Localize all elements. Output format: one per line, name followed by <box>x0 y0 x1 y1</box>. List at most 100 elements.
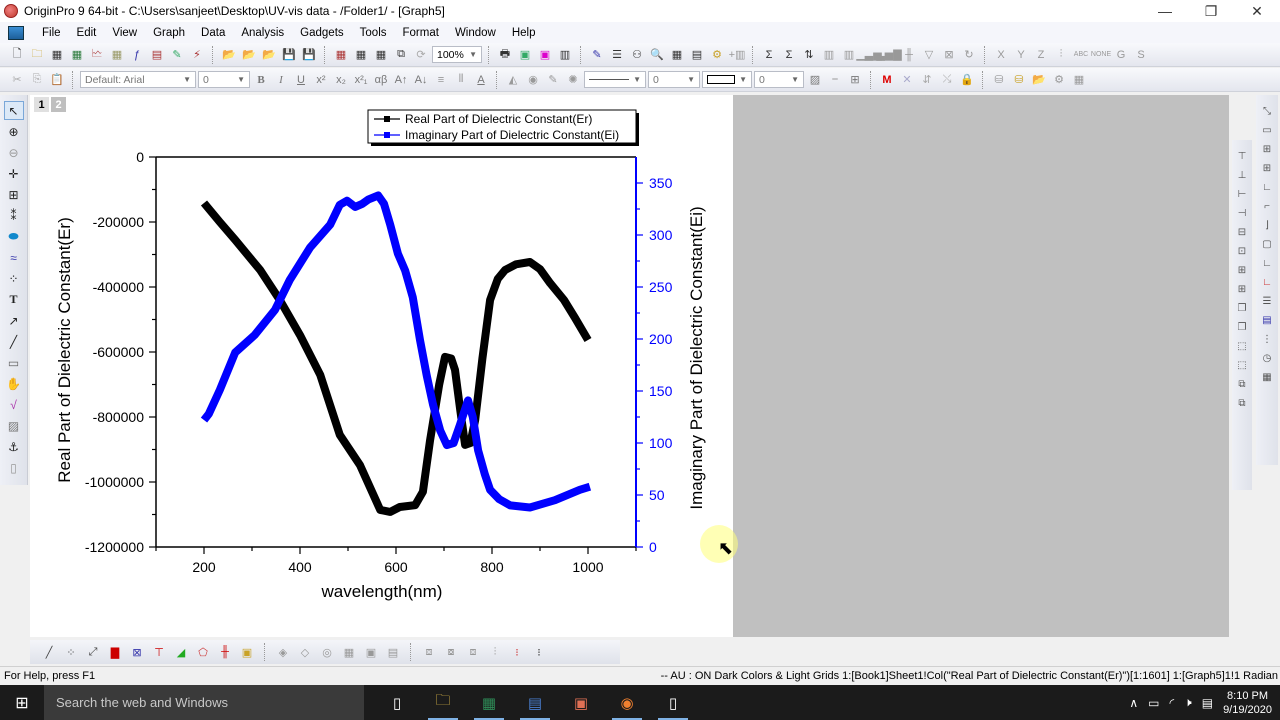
tangent-icon[interactable]: ⤯ <box>938 71 956 89</box>
menu-graph[interactable]: Graph <box>145 27 193 39</box>
area-chart-icon[interactable]: ◢ <box>172 643 190 661</box>
battery-icon[interactable]: ▭ <box>1148 696 1159 710</box>
align-hcenter-icon[interactable]: ⊟ <box>1234 224 1250 240</box>
border-style-combo[interactable]: ▼ <box>702 71 752 88</box>
graph-window[interactable] <box>30 95 733 637</box>
file-explorer-icon[interactable]: 🗀 <box>420 685 466 720</box>
font-color-icon[interactable]: A <box>472 71 490 89</box>
sheet-icon[interactable]: ▦ <box>1070 71 1088 89</box>
clear-filter-icon[interactable]: ⊠ <box>940 46 958 64</box>
new-layer-icon[interactable]: ⁝ <box>508 643 526 661</box>
all-axes-icon[interactable]: ▢ <box>1259 236 1275 252</box>
pie-chart-icon[interactable]: ⬠ <box>194 643 212 661</box>
pattern-icon[interactable]: ▨ <box>806 71 824 89</box>
zoom-combo[interactable]: 100% ▼ <box>432 46 482 63</box>
line-tool-icon[interactable]: ╱ <box>4 332 24 351</box>
layer-tab-2[interactable]: 2 <box>51 97 66 112</box>
powerpoint-icon[interactable]: ▣ <box>558 685 604 720</box>
align-left-icon[interactable]: ⊢ <box>1234 186 1250 202</box>
align-icon[interactable]: ≡ <box>432 71 450 89</box>
column-chart-icon[interactable]: ▇ <box>106 643 124 661</box>
copy-icon[interactable]: ⎘ <box>28 71 46 89</box>
table-icon[interactable]: ⊞ <box>846 71 864 89</box>
image-plot-icon[interactable]: ▦ <box>340 643 358 661</box>
database-icon[interactable]: ⛁ <box>990 71 1008 89</box>
swap-icon[interactable]: ⇵ <box>918 71 936 89</box>
group-icon[interactable]: ⬚ <box>1234 338 1250 354</box>
menu-window[interactable]: Window <box>447 27 504 39</box>
wifi-icon[interactable]: ◜ <box>1170 696 1175 710</box>
menu-format[interactable]: Format <box>395 27 447 39</box>
duplicate-icon[interactable]: ⧉ <box>392 46 410 64</box>
bring-front-icon[interactable]: ❐ <box>1234 300 1250 316</box>
import-wizard-icon[interactable]: ▦ <box>332 46 350 64</box>
add-layers-icon[interactable]: ⊞ <box>1259 141 1275 157</box>
save-project-icon[interactable]: 💾 <box>280 46 298 64</box>
set-as-group-icon[interactable]: G <box>1112 46 1130 64</box>
code-builder-icon[interactable]: ✎ <box>588 46 606 64</box>
high-low-icon[interactable]: ╫ <box>900 46 918 64</box>
text-tool-icon[interactable]: T <box>4 290 24 309</box>
same-height-icon[interactable]: ⊞ <box>1234 281 1250 297</box>
menu-edit[interactable]: Edit <box>69 27 105 39</box>
data-selector-tool-icon[interactable]: ⊞ <box>4 185 24 204</box>
excel-icon[interactable]: ▦ <box>466 685 512 720</box>
menu-tools[interactable]: Tools <box>352 27 395 39</box>
data-reader-tool-icon[interactable]: ⁑ <box>4 206 24 225</box>
new-workbook-icon[interactable]: ▦ <box>48 46 66 64</box>
script-window-icon[interactable]: ▦ <box>668 46 686 64</box>
menu-view[interactable]: View <box>104 27 145 39</box>
line-style-combo[interactable]: ▼ <box>584 71 646 88</box>
line-width-combo[interactable]: 0 ▼ <box>648 71 700 88</box>
greek-button[interactable]: αβ <box>372 71 390 89</box>
menu-gadgets[interactable]: Gadgets <box>292 27 351 39</box>
slide-show-icon[interactable]: ▣ <box>516 46 534 64</box>
3d-surface-icon[interactable]: ◈ <box>274 643 292 661</box>
pattern-color-icon[interactable]: ◉ <box>524 71 542 89</box>
task-view-icon[interactable]: ▯ <box>374 685 420 720</box>
fill-color-icon[interactable]: ◭ <box>504 71 522 89</box>
set-column-values-icon[interactable]: ▥ <box>820 46 838 64</box>
notifications-icon[interactable]: ▤ <box>1202 696 1213 710</box>
column-align-icon[interactable]: ⦀ <box>452 71 470 89</box>
new-script-icon[interactable]: ⚡ <box>188 46 206 64</box>
recalculate-icon[interactable]: ⟳ <box>412 46 430 64</box>
set-as-label-icon[interactable]: ABC <box>1072 46 1090 64</box>
zoom-out-tool-icon[interactable]: ⊖ <box>4 143 24 162</box>
arrow-tool-icon[interactable]: ↗ <box>4 311 24 330</box>
new-matrix-icon[interactable]: ▦ <box>108 46 126 64</box>
high-low-close-icon[interactable]: ╫ <box>216 643 234 661</box>
connector-icon[interactable]: ⚙ <box>1050 71 1068 89</box>
scale-in-tool-icon[interactable]: ⚓ <box>4 437 24 456</box>
insert-equation-tool-icon[interactable]: √ <box>4 395 24 414</box>
heat-map-icon[interactable]: ▣ <box>362 643 380 661</box>
region-select-tool-icon[interactable]: ⬬ <box>4 227 24 246</box>
project-explorer-icon[interactable]: ⚇ <box>628 46 646 64</box>
axis-l-icon[interactable]: ∟ <box>1259 255 1275 271</box>
set-as-y-icon[interactable]: Y <box>1012 46 1030 64</box>
set-as-error-icon[interactable]: ⫶ <box>1052 46 1070 64</box>
bold-button[interactable]: B <box>252 71 270 89</box>
new-notes-icon[interactable]: ✎ <box>168 46 186 64</box>
layer-table-icon[interactable]: ⋮ <box>1259 331 1275 347</box>
align-top-icon[interactable]: ⊤ <box>1234 148 1250 164</box>
set-as-x-icon[interactable]: X <box>992 46 1010 64</box>
timestamp-icon[interactable]: ◷ <box>1259 350 1275 366</box>
legend-icon[interactable]: ▤ <box>1259 312 1275 328</box>
align-vcenter-icon[interactable]: ⊡ <box>1234 243 1250 259</box>
move-back-icon[interactable]: ⧉ <box>1234 395 1250 411</box>
menu-help[interactable]: Help <box>504 27 544 39</box>
reapply-filter-icon[interactable]: ↻ <box>960 46 978 64</box>
clock[interactable]: 8:10 PM 9/19/2020 <box>1223 689 1272 717</box>
screen-reader-tool-icon[interactable]: ✛ <box>4 164 24 183</box>
pointer-tool-icon[interactable]: ↖ <box>3 101 24 120</box>
line-symbol-plot-icon[interactable]: ⤢ <box>84 643 102 661</box>
line-plot-icon[interactable]: ╱ <box>40 643 58 661</box>
save-template-icon[interactable]: 💾 <box>300 46 318 64</box>
add-layer-icon[interactable]: ⫶ <box>486 643 504 661</box>
import-multiple-icon[interactable]: ▦ <box>372 46 390 64</box>
add-column-icon[interactable]: +▥ <box>728 46 746 64</box>
pan-tool-icon[interactable]: ✋ <box>4 374 24 393</box>
import-ascii-icon[interactable]: ▦ <box>352 46 370 64</box>
align-bottom-icon[interactable]: ⊥ <box>1234 167 1250 183</box>
